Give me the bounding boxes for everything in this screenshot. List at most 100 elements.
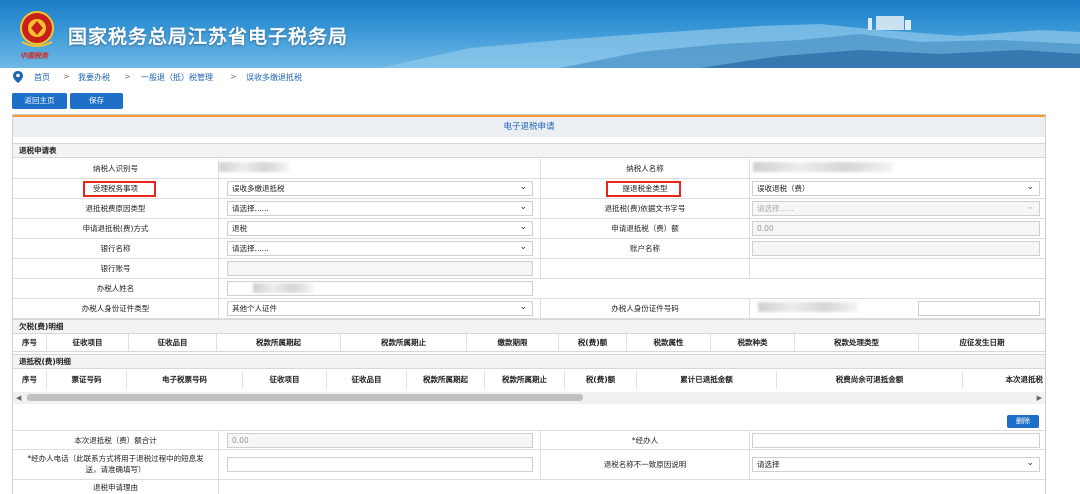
panel-title: 电子退税申请 bbox=[13, 115, 1045, 137]
scroll-right-icon[interactable]: ▶ bbox=[1037, 392, 1042, 404]
chevron-down-icon: ⌄ bbox=[519, 302, 527, 312]
bank-label: 银行名称 bbox=[13, 239, 219, 258]
account-name-field bbox=[752, 241, 1040, 256]
matter-select[interactable]: 误收多缴退抵税 ⌄ bbox=[227, 181, 533, 196]
owed-col-header: 税款所属期起 bbox=[217, 334, 341, 352]
form-row: 本次退抵税（费）额合计 0.00 *经办人 bbox=[13, 430, 1045, 450]
owed-col-header: 税款所属期止 bbox=[341, 334, 467, 352]
breadcrumb-separator: > bbox=[124, 72, 131, 81]
refund-form-panel: 电子退税申请 退税申请表 纳税人识别号 纳税人名称 受理税务事项 误收多缴退抵税… bbox=[12, 114, 1046, 494]
offset-col-header: 税费尚余可退抵金额 bbox=[777, 371, 963, 389]
breadcrumb: 首页 > 我要办税 > 一般退（抵）税管理 > 误收多缴退抵税 bbox=[0, 68, 1080, 88]
chevron-down-icon: ⌄ bbox=[519, 202, 527, 212]
form-row: 受理税务事项 误收多缴退抵税 ⌄ 提退税金类型 误收退税（费） ⌄ bbox=[13, 179, 1045, 199]
owed-col-header: 缴款期限 bbox=[467, 334, 559, 352]
chevron-down-icon: ⌄ bbox=[1026, 458, 1034, 468]
taxpayer-name-label: 纳税人名称 bbox=[540, 159, 750, 178]
taxpayer-id-redacted bbox=[219, 162, 289, 172]
phone-field[interactable] bbox=[227, 457, 533, 472]
taxpayer-id-label: 纳税人识别号 bbox=[13, 159, 219, 178]
offset-col-header: 税款所属期止 bbox=[485, 371, 565, 389]
section-apply-title: 退税申请表 bbox=[13, 143, 1045, 158]
reason-type-select[interactable]: 请选择...... ⌄ bbox=[227, 201, 533, 216]
breadcrumb-home[interactable]: 首页 bbox=[34, 72, 50, 83]
location-pin-icon bbox=[13, 71, 23, 83]
owed-col-header: 征收项目 bbox=[47, 334, 129, 352]
owed-col-header: 税款处理类型 bbox=[795, 334, 919, 352]
doc-no-label: 退抵税(费)依据文书字号 bbox=[540, 199, 750, 218]
breadcrumb-tax-handling[interactable]: 我要办税 bbox=[78, 72, 110, 83]
highlight-fund-type bbox=[606, 181, 681, 197]
method-select[interactable]: 退税 ⌄ bbox=[227, 221, 533, 236]
site-banner: 中国税务 国家税务总局江苏省电子税务局 bbox=[0, 0, 1080, 68]
agent-field[interactable] bbox=[752, 433, 1040, 448]
id-type-label: 办税人身份证件类型 bbox=[13, 299, 219, 318]
form-row: 办税人姓名 bbox=[13, 279, 1045, 299]
chevron-down-icon: ⌄ bbox=[1026, 182, 1034, 192]
scrollbar-thumb[interactable] bbox=[27, 394, 583, 401]
form-row: 退税申请理由 bbox=[13, 480, 1045, 494]
back-home-button[interactable]: 返回主页 bbox=[12, 93, 67, 109]
owed-col-header: 序号 bbox=[13, 334, 47, 352]
id-no-field[interactable] bbox=[918, 301, 1040, 316]
bank-select[interactable]: 请选择...... ⌄ bbox=[227, 241, 533, 256]
delete-button[interactable]: 删除 bbox=[1007, 415, 1039, 428]
site-title: 国家税务总局江苏省电子税务局 bbox=[68, 26, 349, 48]
mismatch-label: 退税名称不一致原因说明 bbox=[540, 450, 750, 479]
handler-name-label: 办税人姓名 bbox=[13, 279, 219, 298]
partial-label: 退税申请理由 bbox=[13, 480, 219, 494]
total-label: 本次退抵税（费）额合计 bbox=[13, 431, 219, 449]
agent-label: *经办人 bbox=[540, 431, 750, 449]
breadcrumb-separator: > bbox=[230, 72, 237, 81]
offset-col-header: 本次退抵税 bbox=[1005, 375, 1044, 384]
method-label: 申请退抵税(费)方式 bbox=[13, 219, 219, 238]
chevron-down-icon: ⌄ bbox=[1026, 202, 1034, 212]
form-row: 银行账号 bbox=[13, 259, 1045, 279]
section-offset-title: 退抵税(费)明细 bbox=[13, 354, 1045, 369]
doc-no-select[interactable]: 请选择...... ⌄ bbox=[752, 201, 1040, 216]
breadcrumb-separator: > bbox=[63, 72, 70, 81]
reason-type-label: 退抵税费原因类型 bbox=[13, 199, 219, 218]
breadcrumb-refund-management[interactable]: 一般退（抵）税管理 bbox=[141, 72, 213, 83]
amount-label: 申请退抵税（费）额 bbox=[540, 219, 750, 238]
tax-emblem-icon bbox=[20, 11, 54, 47]
owed-col-header: 税款种类 bbox=[711, 334, 795, 352]
account-name-label: 账户名称 bbox=[540, 239, 750, 258]
empty-cell bbox=[540, 259, 750, 278]
offset-col-header: 票证号码 bbox=[47, 371, 127, 389]
form-row: 申请退抵税(费)方式 退税 ⌄ 申请退抵税（费）额 0.00 bbox=[13, 219, 1045, 239]
save-button[interactable]: 保存 bbox=[70, 93, 123, 109]
form-row: 办税人身份证件类型 其他个人证件 ⌄ 办税人身份证件号码 bbox=[13, 299, 1045, 319]
horizontal-scrollbar[interactable]: ◀ ▶ bbox=[13, 392, 1045, 404]
mismatch-select[interactable]: 请选择 ⌄ bbox=[752, 457, 1040, 472]
form-row: 退抵税费原因类型 请选择...... ⌄ 退抵税(费)依据文书字号 请选择....… bbox=[13, 199, 1045, 219]
offset-col-header: 税(费)额 bbox=[565, 371, 637, 389]
phone-label: *经办人电话（此联系方式将用于退税过程中的短息发送，请准确填写） bbox=[13, 450, 219, 479]
total-field: 0.00 bbox=[227, 433, 533, 448]
emblem-text: 中国税务 bbox=[20, 52, 48, 60]
owed-col-header: 税(费)额 bbox=[559, 334, 627, 352]
offset-col-header: 税款所属期起 bbox=[407, 371, 485, 389]
form-row: 纳税人识别号 纳税人名称 bbox=[13, 159, 1045, 179]
owed-col-header: 税款属性 bbox=[627, 334, 711, 352]
account-no-label: 银行账号 bbox=[13, 259, 219, 278]
scroll-left-icon[interactable]: ◀ bbox=[16, 392, 21, 404]
id-type-select[interactable]: 其他个人证件 ⌄ bbox=[227, 301, 533, 316]
offset-table-header: 序号 票证号码 电子税票号码 征收项目 征收品目 税款所属期起 税款所属期止 税… bbox=[13, 371, 1045, 389]
offset-col-header: 序号 bbox=[13, 371, 47, 389]
offset-col-header: 征收品目 bbox=[327, 371, 407, 389]
handler-name-field[interactable] bbox=[227, 281, 533, 296]
chevron-down-icon: ⌄ bbox=[519, 242, 527, 252]
account-no-field bbox=[227, 261, 533, 276]
owed-col-header: 应征发生日期 bbox=[959, 338, 1005, 347]
offset-col-header: 征收项目 bbox=[243, 371, 327, 389]
id-no-label: 办税人身份证件号码 bbox=[540, 299, 750, 318]
chevron-down-icon: ⌄ bbox=[519, 182, 527, 192]
breadcrumb-current: 误收多缴退抵税 bbox=[246, 73, 302, 82]
chevron-down-icon: ⌄ bbox=[519, 222, 527, 232]
owed-col-header: 征收品目 bbox=[129, 334, 217, 352]
section-owed-title: 欠税(费)明细 bbox=[13, 319, 1045, 334]
fund-type-select[interactable]: 误收退税（费） ⌄ bbox=[752, 181, 1040, 196]
form-row: *经办人电话（此联系方式将用于退税过程中的短息发送，请准确填写） 退税名称不一致… bbox=[13, 450, 1045, 480]
offset-col-header: 电子税票号码 bbox=[127, 371, 243, 389]
